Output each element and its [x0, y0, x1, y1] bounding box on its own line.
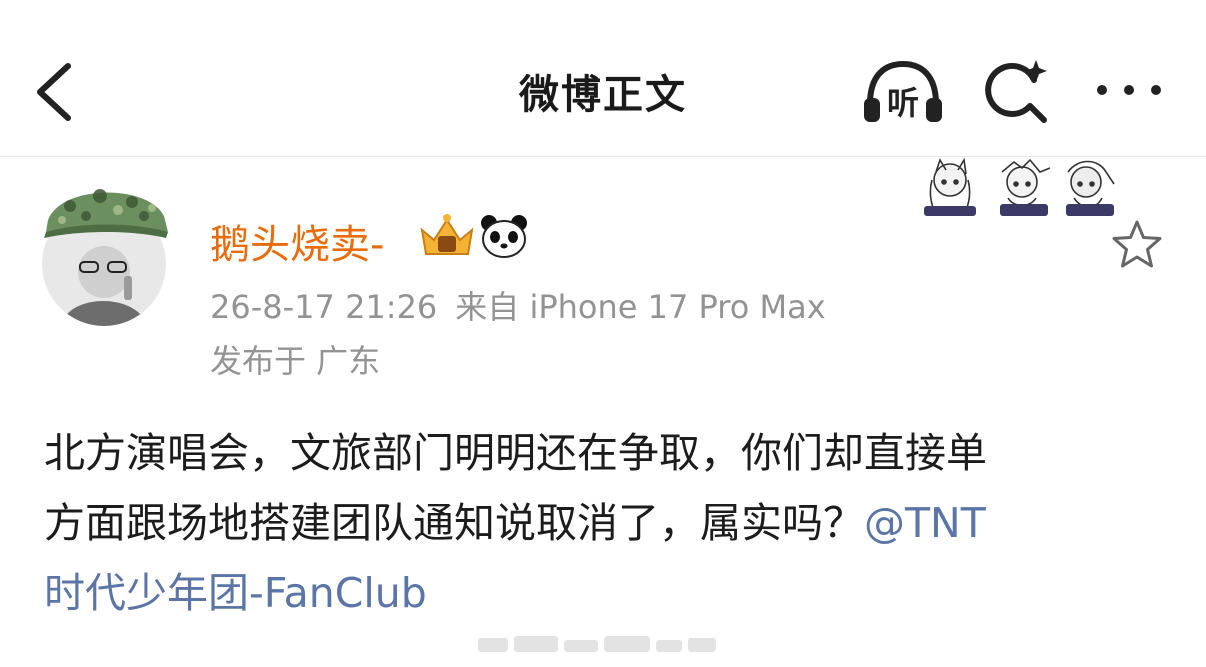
post-content: 北方演唱会，文旅部门明明还在争取，你们却直接单 方面跟场地搭建团队通知说取消了，… [44, 418, 1154, 628]
post-text-line-2: 方面跟场地搭建团队通知说取消了，属实吗？@TNT [44, 488, 1154, 558]
mention-link-part-2[interactable]: 时代少年团-FanClub [44, 558, 1154, 628]
avatar[interactable] [40, 180, 168, 328]
post-text-line-2-text: 方面跟场地搭建团队通知说取消了，属实吗？ [44, 499, 864, 547]
post-source[interactable]: 来自 iPhone 17 Pro Max [455, 288, 825, 326]
post-location: 发布于 广东 [210, 342, 381, 380]
more-icon[interactable] [1092, 74, 1166, 106]
post-meta: 26-8-17 21:26 来自 iPhone 17 Pro Max [210, 282, 826, 328]
listen-label: 听 [887, 84, 919, 122]
top-nav-bar: 微博正文 听 [0, 0, 1206, 157]
author-name[interactable]: 鹅头烧卖- [210, 212, 384, 270]
favorite-star-icon[interactable] [1110, 218, 1164, 272]
post-text-line-1: 北方演唱会，文旅部门明明还在争取，你们却直接单 [44, 429, 987, 477]
decorative-characters-image [924, 158, 1115, 216]
watermark-image [478, 636, 716, 652]
mention-link-part-1[interactable]: @TNT [864, 499, 986, 547]
search-icon[interactable] [984, 58, 1050, 124]
crown-badge-icon[interactable] [418, 212, 476, 260]
post-timestamp: 26-8-17 21:26 [210, 288, 438, 326]
panda-badge-icon[interactable] [480, 214, 528, 258]
listen-icon[interactable]: 听 [862, 58, 944, 126]
